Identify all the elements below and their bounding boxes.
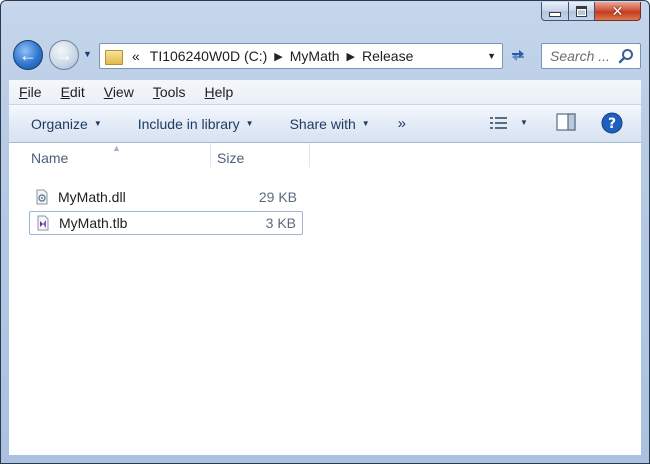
maximize-icon xyxy=(576,5,587,17)
menu-view-accel: V xyxy=(103,84,113,100)
help-icon[interactable]: ? xyxy=(601,112,623,134)
search-box[interactable] xyxy=(541,43,641,69)
menu-file[interactable]: File xyxy=(19,84,42,100)
share-with-button[interactable]: Share with ▼ xyxy=(290,116,370,132)
file-name: MyMath.dll xyxy=(58,189,126,205)
recent-pages-dropdown-icon[interactable]: ▼ xyxy=(83,49,92,59)
menu-edit-label: dit xyxy=(69,84,85,100)
column-header-size[interactable]: Size xyxy=(217,143,244,173)
menu-view-label: iew xyxy=(112,84,134,100)
search-icon[interactable] xyxy=(618,48,634,64)
menu-help[interactable]: Help xyxy=(205,84,234,100)
menu-bar: File Edit View Tools Help xyxy=(9,80,641,105)
minimize-icon xyxy=(549,12,561,17)
menu-file-accel: F xyxy=(19,84,28,100)
svg-text:?: ? xyxy=(608,116,616,132)
column-divider[interactable] xyxy=(309,143,310,167)
forward-arrow-icon: → xyxy=(55,44,73,65)
breadcrumb-item-mymath[interactable]: MyMath xyxy=(290,48,340,64)
more-commands-label: » xyxy=(397,115,407,132)
share-with-dropdown-icon: ▼ xyxy=(361,119,370,128)
command-bar: Organize ▼ Include in library ▼ Share with… xyxy=(9,105,641,143)
organize-dropdown-icon: ▼ xyxy=(93,119,102,128)
search-input[interactable] xyxy=(550,48,610,64)
file-row[interactable]: MyMath.tlb 3 KB xyxy=(29,211,303,235)
address-dropdown-icon[interactable]: ▼ xyxy=(487,51,496,61)
column-divider[interactable] xyxy=(210,143,211,167)
menu-view[interactable]: View xyxy=(104,84,134,100)
maximize-button[interactable] xyxy=(569,2,595,21)
menu-tools-accel: T xyxy=(152,84,160,100)
menu-help-accel: H xyxy=(204,84,215,100)
column-header-row: ▲ Name Size xyxy=(9,143,641,173)
menu-tools[interactable]: Tools xyxy=(153,84,186,100)
explorer-window: ✕ ← → ▼ « TI106240W0D (C:) ▶ MyMath ▶ Re… xyxy=(0,0,650,464)
menu-help-label: elp xyxy=(214,84,234,100)
close-icon: ✕ xyxy=(611,3,624,19)
include-in-library-label: Include in library xyxy=(137,115,240,132)
organize-label: Organize xyxy=(31,115,88,132)
navigation-bar: ← → ▼ « TI106240W0D (C:) ▶ MyMath ▶ Rele… xyxy=(11,39,641,73)
visual-studio-file-icon xyxy=(37,215,49,231)
forward-button[interactable]: → xyxy=(49,40,79,70)
breadcrumb-item-drive[interactable]: TI106240W0D (C:) xyxy=(150,48,267,64)
dll-file-icon xyxy=(36,189,48,205)
file-size: 29 KB xyxy=(258,189,297,205)
refresh-icon xyxy=(512,50,524,61)
caption-buttons: ✕ xyxy=(541,2,641,21)
menu-edit-accel: E xyxy=(60,84,70,100)
file-row[interactable]: MyMath.dll 29 KB xyxy=(29,185,303,209)
menu-tools-label: ools xyxy=(159,84,186,100)
more-commands-button[interactable]: » xyxy=(398,115,406,132)
back-button[interactable]: ← xyxy=(13,40,43,70)
menu-file-label: ile xyxy=(27,84,42,100)
address-bar[interactable]: « TI106240W0D (C:) ▶ MyMath ▶ Release ▼ xyxy=(99,43,503,69)
breadcrumb-item-release[interactable]: Release xyxy=(362,48,413,64)
menu-edit[interactable]: Edit xyxy=(61,84,85,100)
refresh-button[interactable] xyxy=(507,47,529,65)
view-dropdown-icon[interactable]: ▼ xyxy=(520,118,528,127)
organize-button[interactable]: Organize ▼ xyxy=(31,116,102,132)
breadcrumb-separator-icon[interactable]: ▶ xyxy=(347,50,355,63)
sort-ascending-icon: ▲ xyxy=(112,143,121,153)
share-with-label: Share with xyxy=(289,115,356,132)
breadcrumb-separator-icon[interactable]: ▶ xyxy=(274,50,282,63)
column-header-name[interactable]: Name xyxy=(31,143,68,173)
file-list-pane[interactable]: ▲ Name Size MyMath.dll 29 KB MyMath.tlb … xyxy=(9,143,641,455)
breadcrumb-overflow[interactable]: « xyxy=(132,48,140,64)
include-in-library-dropdown-icon: ▼ xyxy=(245,119,254,128)
file-size: 3 KB xyxy=(265,215,296,231)
back-arrow-icon: ← xyxy=(19,44,37,65)
include-in-library-button[interactable]: Include in library ▼ xyxy=(138,116,254,132)
close-button[interactable]: ✕ xyxy=(595,2,641,21)
file-name: MyMath.tlb xyxy=(59,215,128,231)
view-options-icon[interactable] xyxy=(489,115,509,131)
preview-pane-icon[interactable] xyxy=(556,113,576,131)
minimize-button[interactable] xyxy=(541,2,569,21)
folder-icon xyxy=(104,48,123,65)
